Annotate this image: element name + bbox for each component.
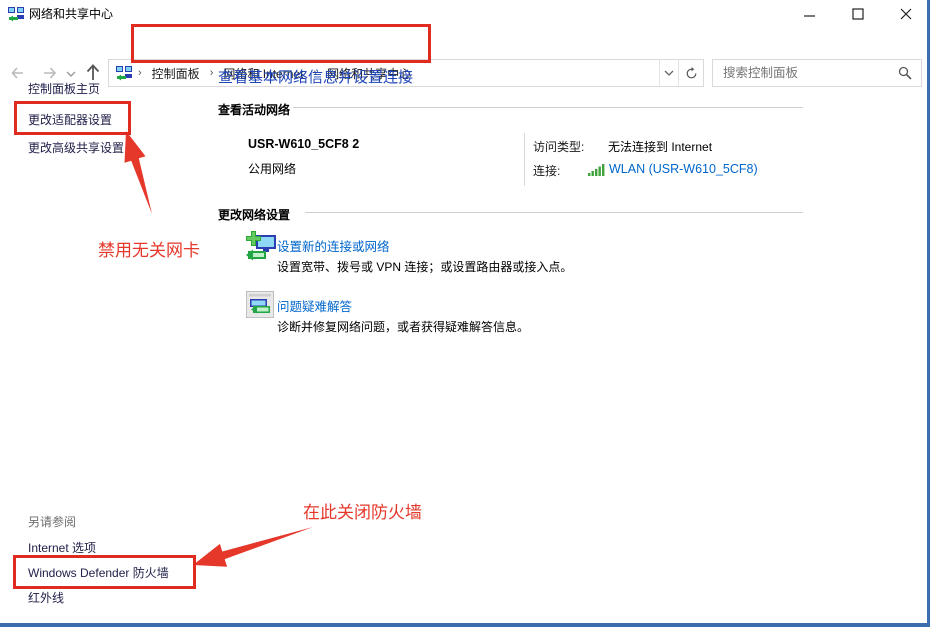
wlan-connection-link[interactable]: WLAN (USR-W610_5CF8) — [609, 162, 758, 176]
sidebar-item-control-panel-home[interactable]: 控制面板主页 — [28, 80, 100, 97]
refresh-icon — [685, 67, 698, 80]
back-button[interactable] — [10, 63, 30, 86]
troubleshoot-icon — [246, 291, 274, 318]
sidebar-item-internet-options[interactable]: Internet 选项 — [28, 539, 96, 556]
address-dropdown-button[interactable] — [659, 60, 678, 86]
annotation-note-close-firewall: 在此关闭防火墙 — [303, 498, 422, 523]
troubleshoot-problems-link[interactable]: 问题疑难解答 — [277, 296, 352, 315]
sidebar-item-change-adapter-settings[interactable]: 更改适配器设置 — [28, 111, 112, 128]
network-category: 公用网络 — [248, 160, 296, 177]
arrow-to-firewall — [193, 527, 313, 567]
connections-label: 连接: — [533, 162, 560, 179]
active-networks-section-title: 查看活动网络 — [218, 101, 290, 118]
breadcrumb-control-panel[interactable]: 控制面板 — [142, 65, 210, 82]
page-title: 查看基本网络信息并设置连接 — [218, 66, 413, 87]
new-connection-icon — [244, 229, 280, 265]
breadcrumb-chevron-icon: › — [132, 67, 142, 79]
troubleshoot-problems-desc: 诊断并修复网络问题，或者获得疑难解答信息。 — [277, 318, 529, 335]
title-bar: 网络和共享中心 — [0, 0, 930, 28]
minimize-button[interactable] — [790, 0, 830, 28]
setup-new-connection-link[interactable]: 设置新的连接或网络 — [277, 236, 390, 255]
see-also-heading: 另请参阅 — [28, 513, 76, 530]
wifi-signal-icon — [588, 164, 605, 176]
change-network-settings-section-title: 更改网络设置 — [218, 206, 290, 223]
network-info-divider — [524, 133, 525, 186]
sidebar-item-windows-defender-firewall[interactable]: Windows Defender 防火墙 — [28, 564, 169, 581]
network-name: USR-W610_5CF8 2 — [248, 137, 359, 151]
back-arrow-icon — [10, 63, 30, 83]
network-sharing-center-window: { "window": { "title": "网络和共享中心", "accen… — [0, 0, 930, 627]
refresh-button[interactable] — [678, 60, 703, 86]
minimize-icon — [804, 8, 816, 20]
access-type-value: 无法连接到 Internet — [608, 138, 712, 155]
access-type-label: 访问类型: — [533, 138, 584, 155]
search-box — [712, 59, 922, 87]
section-divider — [293, 107, 803, 108]
setup-new-connection-desc: 设置宽带、拨号或 VPN 连接；或设置路由器或接入点。 — [277, 258, 572, 275]
window-border — [0, 623, 930, 627]
search-input[interactable] — [713, 66, 898, 80]
network-app-icon — [8, 6, 24, 22]
chevron-down-icon — [65, 69, 77, 79]
navigation-toolbar: › 控制面板 › 网络和 Internet › 网络和共享中心 — [0, 28, 930, 62]
arrow-to-adapter-settings — [125, 131, 153, 214]
chevron-down-icon — [664, 69, 674, 77]
window-title: 网络和共享中心 — [29, 0, 113, 28]
sidebar-item-infrared[interactable]: 红外线 — [28, 589, 64, 606]
search-icon — [898, 66, 912, 80]
network-location-icon — [116, 65, 132, 81]
close-button[interactable] — [886, 0, 926, 28]
sidebar-item-change-advanced-sharing[interactable]: 更改高级共享设置 — [28, 139, 124, 156]
annotation-note-disable-adapters: 禁用无关网卡 — [98, 236, 200, 261]
annotation-arrows — [0, 0, 930, 627]
close-icon — [900, 8, 912, 20]
maximize-icon — [852, 8, 864, 20]
section-divider — [305, 212, 803, 213]
maximize-button[interactable] — [838, 0, 878, 28]
